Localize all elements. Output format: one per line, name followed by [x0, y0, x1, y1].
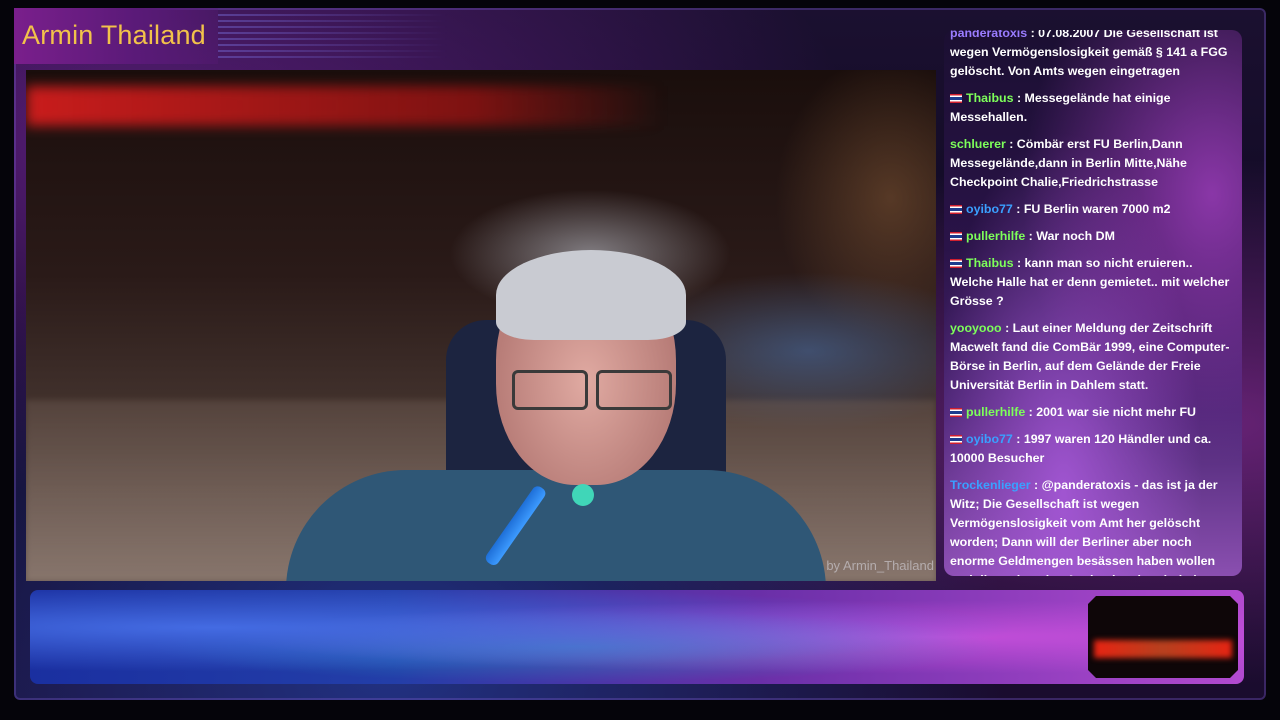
chat-panel[interactable]: panderatoxis : 07.08.2007 Die Gesellscha…: [944, 30, 1242, 576]
chat-username[interactable]: oyibo77: [966, 202, 1013, 216]
chat-message: panderatoxis : 07.08.2007 Die Gesellscha…: [944, 30, 1242, 83]
chat-username[interactable]: oyibo77: [966, 432, 1013, 446]
chat-username[interactable]: schluerer: [950, 137, 1006, 151]
webcam-video[interactable]: by Armin_Thailand: [26, 70, 936, 581]
chat-username[interactable]: Thaibus: [966, 91, 1014, 105]
mini-preview: [1088, 596, 1238, 678]
shirt: [286, 470, 826, 581]
chat-message-text: : @panderatoxis - das ist ja der Witz; D…: [950, 478, 1218, 576]
stream-title: Armin Thailand: [22, 20, 206, 50]
thailand-flag-icon: [950, 408, 962, 418]
streamer-figure: [276, 180, 826, 581]
chat-message-text: : FU Berlin waren 7000 m2: [1012, 202, 1171, 216]
chat-message: pullerhilfe : 2001 war sie nicht mehr FU: [944, 401, 1242, 424]
video-watermark: by Armin_Thailand: [826, 558, 934, 573]
chat-username[interactable]: yooyooo: [950, 321, 1002, 335]
pen-cap: [572, 484, 594, 506]
chat-message: schluerer : Cömbär erst FU Berlin,Dann M…: [944, 133, 1242, 194]
chat-message: pullerhilfe : War noch DM: [944, 225, 1242, 248]
chat-message-text: : 2001 war sie nicht mehr FU: [1025, 405, 1196, 419]
chat-username[interactable]: panderatoxis: [950, 30, 1027, 40]
title-decoration: [218, 14, 448, 60]
chat-message: yooyooo : Laut einer Meldung der Zeitsch…: [944, 317, 1242, 397]
thailand-flag-icon: [950, 94, 962, 104]
background-red-banner: [26, 86, 663, 126]
chat-message: oyibo77 : FU Berlin waren 7000 m2: [944, 198, 1242, 221]
chat-message: Trockenlieger : @panderatoxis - das ist …: [944, 474, 1242, 576]
thailand-flag-icon: [950, 232, 962, 242]
chat-username[interactable]: Thaibus: [966, 256, 1014, 270]
mini-preview-glow: [1094, 640, 1232, 658]
chat-message: Thaibus : Messegelände hat einige Messeh…: [944, 87, 1242, 129]
hair: [496, 250, 686, 340]
chat-username[interactable]: Trockenlieger: [950, 478, 1031, 492]
chat-message-text: : War noch DM: [1025, 229, 1115, 243]
thailand-flag-icon: [950, 259, 962, 269]
chat-username[interactable]: pullerhilfe: [966, 405, 1025, 419]
thailand-flag-icon: [950, 435, 962, 445]
chat-message: oyibo77 : 1997 waren 120 Händler und ca.…: [944, 428, 1242, 470]
chat-message-list[interactable]: panderatoxis : 07.08.2007 Die Gesellscha…: [944, 30, 1242, 576]
thailand-flag-icon: [950, 205, 962, 215]
chat-username[interactable]: pullerhilfe: [966, 229, 1025, 243]
chat-message: Thaibus : kann man so nicht eruieren.. W…: [944, 252, 1242, 313]
glasses: [512, 370, 672, 410]
bottom-ticker-bar: [30, 590, 1244, 684]
